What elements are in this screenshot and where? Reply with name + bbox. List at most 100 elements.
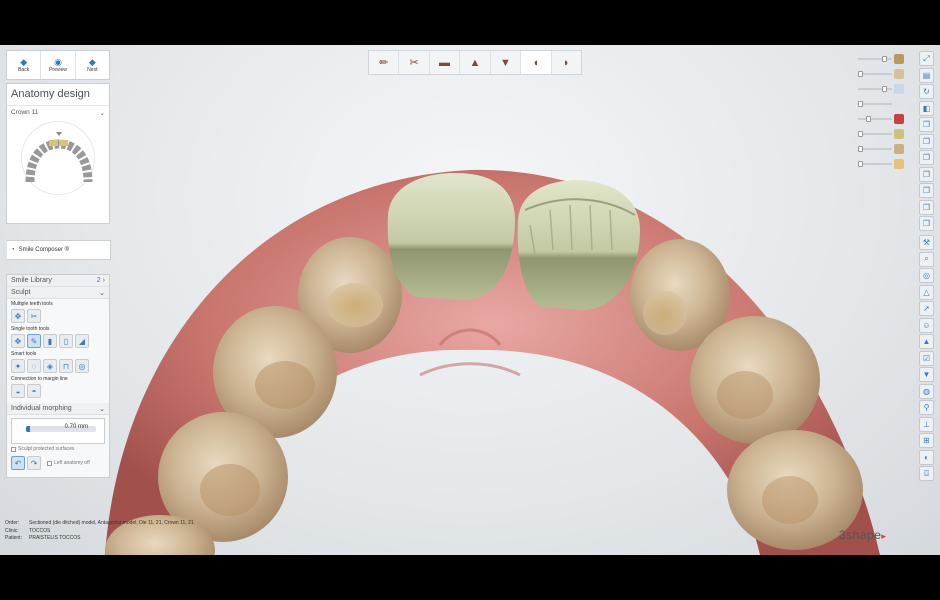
smart-contact-icon[interactable]: ◈ [43,359,57,373]
view-icon[interactable]: ◧ [919,100,934,116]
gingiva-icon [894,114,904,124]
workflow-toolbar: ✏ ✂ ▬ ▲ ▼ ◖ ◗ [368,50,582,75]
navigation-bar: ◆ Back ◉ Preview ◆ Next [6,50,110,80]
slider-prep[interactable] [856,144,904,154]
globe-icon[interactable]: ◍ [919,383,934,399]
crown-up-icon[interactable]: ▲ [460,51,491,74]
arrow-right-icon: ◆ [88,57,96,67]
die-icon [894,54,904,64]
wax-knife-icon[interactable]: ◢ [75,334,89,348]
up-icon[interactable]: ▲ [919,334,934,349]
copy-icon[interactable]: ❐ [919,133,934,149]
face-icon[interactable]: ☺ [919,317,934,333]
crown-select[interactable]: Crown 11 ⌄ [7,106,109,120]
copy-icon[interactable]: ❐ [919,166,934,182]
brand-logo: 3shape▸ [839,528,887,542]
palette-icon[interactable]: ◐ [919,449,934,465]
multi-tooth-cut-icon[interactable]: ✂ [27,309,41,323]
scan-icon [894,99,904,109]
slider-model[interactable] [856,69,904,79]
tooth-icon[interactable]: ◖ [521,51,552,74]
scale-icon[interactable]: ⊞ [919,433,934,448]
chevron-down-icon: ⌄ [99,110,105,117]
slider-cement[interactable] [856,159,904,169]
sculpt-protected-checkbox[interactable]: Sculpt protected surfaces [7,444,109,454]
circle-icon[interactable]: ◎ [919,268,934,283]
smart-move-icon[interactable]: ✦ [11,359,25,373]
smart-rotate-icon[interactable]: ◌ [27,359,41,373]
measure-icon[interactable]: ⊥ [919,416,934,432]
cement-icon [894,159,904,169]
model-icon [894,69,904,79]
copy-icon[interactable]: ❐ [919,216,934,231]
tooth-side-icon[interactable]: ◗ [552,51,581,74]
visibility-sliders [856,51,906,191]
pin-icon[interactable]: ⚲ [919,400,934,415]
smile-library-header[interactable]: Smile Library 2 › [7,275,109,287]
slider-die[interactable] [856,54,904,64]
rotate-icon[interactable]: ↻ [919,84,934,99]
single-tooth-label: Single tooth tools [11,326,50,332]
check-icon[interactable]: ☑ [919,350,934,366]
smile-icon: ◔ [11,247,15,253]
layers-icon[interactable]: ▤ [919,67,934,83]
arrow-icon[interactable]: ➚ [919,301,934,316]
individual-morphing-header[interactable]: Individual morphing ⌄ [7,403,109,415]
smile-composer-row[interactable]: ◔ Smile Composer ® [7,240,111,260]
view-toolbar: ⤢ ▤ ↻ ◧ ❐ ❐ ❐ ❐ ❐ ❐ ❐ ⚒ ⌕ ◎ △ ➚ ☺ ▲ ☑ ▼ … [919,51,935,483]
margin-smooth-icon[interactable]: ◒ [11,384,25,398]
chevron-down-icon: ⌄ [99,289,105,297]
3d-viewport[interactable] [0,45,940,555]
redo-icon[interactable]: ↷ [27,456,41,470]
copy-icon[interactable]: ❐ [919,183,934,198]
smart-fit-icon[interactable]: ◎ [75,359,89,373]
expand-icon[interactable]: ⤢ [919,51,934,66]
arch-map-icon [25,132,93,183]
triangle-icon[interactable]: △ [919,284,934,300]
tooth-move-icon[interactable]: ✥ [11,334,25,348]
insertion-icon[interactable]: ▬ [430,51,461,74]
anatomy-design-panel: Anatomy design Crown 11 ⌄ ◔ Smile Compos… [6,83,111,260]
margin-adjust-icon[interactable]: ◓ [27,384,41,398]
sculpt-tools-panel: Smile Library 2 › Sculpt ⌄ Multiple teet… [6,274,110,478]
smart-width-icon[interactable]: ⊓ [59,359,73,373]
pen-margin-icon[interactable]: ✏ [369,51,400,74]
crown-down-icon[interactable]: ▼ [491,51,522,74]
crown-icon [894,129,904,139]
scale-icon[interactable]: ▮ [43,334,57,348]
multi-tooth-move-icon[interactable]: ✥ [11,309,25,323]
crown-11[interactable] [387,173,515,300]
scissors-die-icon[interactable]: ✂ [399,51,430,74]
application-window: ◆ Back ◉ Preview ◆ Next Anatomy design Crow… [0,45,940,555]
slider-scan[interactable] [856,99,904,109]
preview-button[interactable]: ◉ Preview [41,51,76,79]
camera-icon[interactable]: ⌼ [919,466,934,481]
cut-icon[interactable]: ▯ [59,334,73,348]
undo-icon[interactable]: ↶ [11,456,25,470]
tools-icon[interactable]: ⚒ [919,235,934,250]
order-info: Order: Sectioned (die ditched) model, Ant… [5,520,194,541]
panel-title: Anatomy design [7,84,109,106]
morph-value: 0.70 mm [64,424,88,430]
brush-icon[interactable]: ✎ [27,334,41,348]
antagonist-icon [894,84,904,94]
chevron-right-icon: › [102,277,105,284]
slider-gingiva[interactable] [856,114,904,124]
copy-icon[interactable]: ❐ [919,117,934,132]
left-anatomy-checkbox[interactable]: Left anatomy off [43,458,94,468]
eye-icon: ◉ [54,57,62,67]
slider-antagonist[interactable] [856,84,904,94]
sculpt-header[interactable]: Sculpt ⌄ [7,287,109,299]
down-icon[interactable]: ▼ [919,367,934,382]
logo-triangle-icon: ▸ [881,531,887,541]
chevron-down-icon: ⌄ [99,405,105,413]
copy-icon[interactable]: ❐ [919,150,934,165]
arrow-left-icon: ◆ [20,57,28,67]
copy-icon[interactable]: ❐ [919,199,934,215]
search-icon[interactable]: ⌕ [919,251,934,267]
back-button[interactable]: ◆ Back [7,51,42,79]
slider-crown[interactable] [856,129,904,139]
arch-selector[interactable] [21,121,95,195]
next-button[interactable]: ◆ Next [76,51,109,79]
connection-label: Connection to margin line [11,376,68,382]
